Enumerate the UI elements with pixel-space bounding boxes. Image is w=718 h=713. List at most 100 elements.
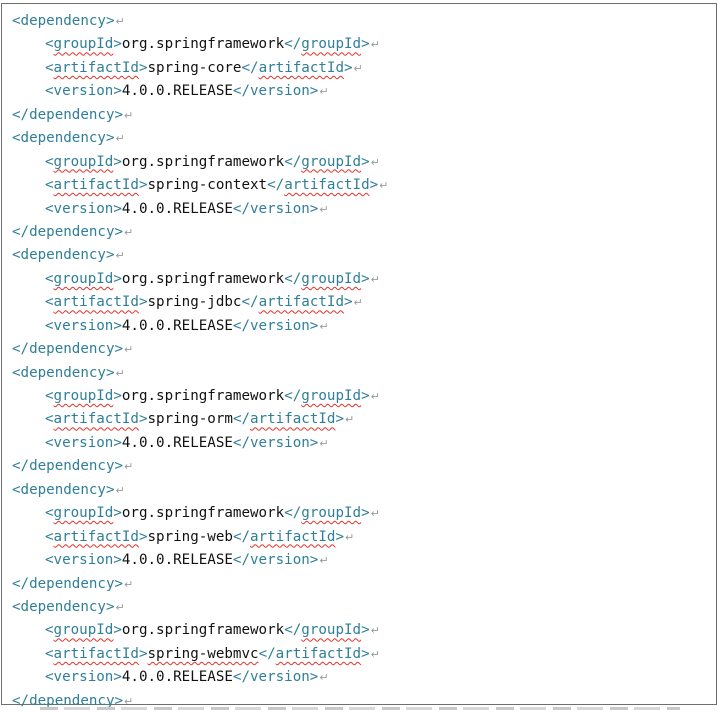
tag-lt: < xyxy=(45,36,54,53)
paragraph-mark-icon: ↵ xyxy=(124,225,134,239)
paragraph-mark-icon: ↵ xyxy=(319,671,329,685)
artifactid-value: spring-orm xyxy=(147,411,233,428)
tag-close-gt: > xyxy=(361,270,370,287)
artifactid-line: <artifactId>spring-context</artifactId>↵ xyxy=(12,174,710,197)
groupid-tag-name: groupId xyxy=(53,388,114,404)
tag-lt: < xyxy=(45,388,54,404)
version-open-tag: <version> xyxy=(45,434,122,451)
tag-lt: < xyxy=(45,59,54,76)
tag-lt: < xyxy=(45,411,54,428)
groupid-line: <groupId>org.springframework</groupId>↵ xyxy=(12,268,710,291)
groupid-value: org.springframework xyxy=(121,388,285,404)
tag-lt: < xyxy=(45,294,54,311)
paragraph-mark-icon: ↵ xyxy=(370,624,380,638)
groupid-line: <groupId>org.springframework</groupId>↵ xyxy=(12,151,710,174)
dependency-open-tag: <dependency> xyxy=(12,247,115,264)
dependency-open-line: <dependency>↵ xyxy=(12,10,710,33)
artifactid-line: <artifactId>spring-webmvc</artifactId>↵ xyxy=(12,643,710,666)
tag-lt: < xyxy=(45,270,54,287)
paragraph-mark-icon: ↵ xyxy=(115,366,125,380)
artifactid-tag-name: artifactId xyxy=(53,59,139,76)
paragraph-mark-icon: ↵ xyxy=(370,38,380,52)
version-value: 4.0.0.RELEASE xyxy=(121,83,233,100)
artifactid-value: spring-web xyxy=(147,528,233,545)
artifactid-line: <artifactId>spring-core</artifactId>↵ xyxy=(12,57,710,80)
xml-dependency-list: <dependency>↵ <groupId>org.springframewo… xyxy=(12,10,710,713)
paragraph-mark-icon: ↵ xyxy=(319,554,329,568)
dependency-open-tag: <dependency> xyxy=(12,364,115,381)
tag-close-lt: </ xyxy=(284,36,302,53)
tag-close-gt: > xyxy=(361,645,370,662)
tag-gt: > xyxy=(113,505,122,522)
dependency-open-line: <dependency>↵ xyxy=(12,596,710,619)
tag-close-gt: > xyxy=(361,388,370,404)
paragraph-mark-icon: ↵ xyxy=(124,694,134,708)
dependency-close-tag: </dependency> xyxy=(12,223,124,240)
tag-close-lt: </ xyxy=(284,153,302,170)
paragraph-mark-icon: ↵ xyxy=(319,436,329,450)
groupid-value: org.springframework xyxy=(121,153,285,170)
tag-close-gt: > xyxy=(361,622,370,639)
artifactid-line: <artifactId>spring-web</artifactId>↵ xyxy=(12,526,710,549)
tag-close-lt: </ xyxy=(241,294,259,311)
dependency-open-line: <dependency>↵ xyxy=(12,362,710,385)
artifactid-close-tag-name: artifactId xyxy=(275,645,362,662)
paragraph-mark-icon: ↵ xyxy=(124,343,134,357)
tag-close-lt: </ xyxy=(232,528,251,545)
artifactid-line: <artifactId>spring-jdbc</artifactId>↵ xyxy=(12,291,710,314)
tag-close-lt: </ xyxy=(267,177,285,194)
paragraph-mark-icon: ↵ xyxy=(319,319,329,333)
artifactid-tag-name: artifactId xyxy=(53,645,139,662)
tag-lt: < xyxy=(45,645,54,662)
artifactid-line: <artifactId>spring-orm</artifactId>↵ xyxy=(12,408,710,431)
dependency-close-line: </dependency>↵ xyxy=(12,338,710,361)
paragraph-mark-icon: ↵ xyxy=(353,61,363,75)
paragraph-mark-icon: ↵ xyxy=(115,483,125,497)
paragraph-mark-icon: ↵ xyxy=(379,179,389,193)
dependency-open-tag: <dependency> xyxy=(12,481,115,498)
tag-close-gt: > xyxy=(361,36,370,53)
version-value: 4.0.0.RELEASE xyxy=(121,434,233,451)
groupid-value: org.springframework xyxy=(121,622,285,639)
paragraph-mark-icon: ↵ xyxy=(115,15,125,28)
paragraph-mark-icon: ↵ xyxy=(115,249,125,263)
groupid-line: <groupId>org.springframework</groupId>↵ xyxy=(12,619,710,642)
artifactid-tag-name: artifactId xyxy=(53,528,139,545)
code-frame: <dependency>↵ <groupId>org.springframewo… xyxy=(1,3,717,709)
groupid-tag-name: groupId xyxy=(53,622,114,639)
version-value: 4.0.0.RELEASE xyxy=(121,317,233,334)
tag-gt: > xyxy=(138,59,148,76)
tag-gt: > xyxy=(138,645,148,662)
version-value: 4.0.0.RELEASE xyxy=(121,200,233,217)
groupid-line: <groupId>org.springframework</groupId>↵ xyxy=(12,502,710,525)
version-close-tag: </version> xyxy=(232,669,319,686)
tag-close-lt: </ xyxy=(284,505,302,522)
tag-close-lt: </ xyxy=(284,388,302,404)
version-line: <version>4.0.0.RELEASE</version>↵ xyxy=(12,432,710,455)
paragraph-mark-icon: ↵ xyxy=(124,577,134,591)
dependency-open-tag: <dependency> xyxy=(12,130,115,147)
tag-close-gt: > xyxy=(361,153,370,170)
tag-gt: > xyxy=(113,270,122,287)
paragraph-mark-icon: ↵ xyxy=(345,413,355,427)
artifactid-value: spring-webmvc xyxy=(147,645,259,662)
version-value: 4.0.0.RELEASE xyxy=(121,669,233,686)
artifactid-value: spring-core xyxy=(147,59,242,76)
tag-lt: < xyxy=(45,622,54,639)
groupid-close-tag-name: groupId xyxy=(301,505,362,522)
dependency-close-line: </dependency>↵ xyxy=(12,455,710,478)
paragraph-mark-icon: ↵ xyxy=(353,296,363,310)
paragraph-mark-icon: ↵ xyxy=(115,132,125,146)
version-line: <version>4.0.0.RELEASE</version>↵ xyxy=(12,80,710,103)
version-open-tag: <version> xyxy=(45,83,122,100)
paragraph-mark-icon: ↵ xyxy=(124,108,134,122)
tag-lt: < xyxy=(45,177,54,194)
dependency-open-tag: <dependency> xyxy=(12,598,115,615)
groupid-value: org.springframework xyxy=(121,270,285,287)
groupid-tag-name: groupId xyxy=(53,36,114,53)
version-line: <version>4.0.0.RELEASE</version>↵ xyxy=(12,315,710,338)
artifactid-close-tag-name: artifactId xyxy=(250,528,336,545)
tag-close-gt: > xyxy=(335,528,344,545)
tag-gt: > xyxy=(113,36,122,53)
groupid-tag-name: groupId xyxy=(53,270,114,287)
